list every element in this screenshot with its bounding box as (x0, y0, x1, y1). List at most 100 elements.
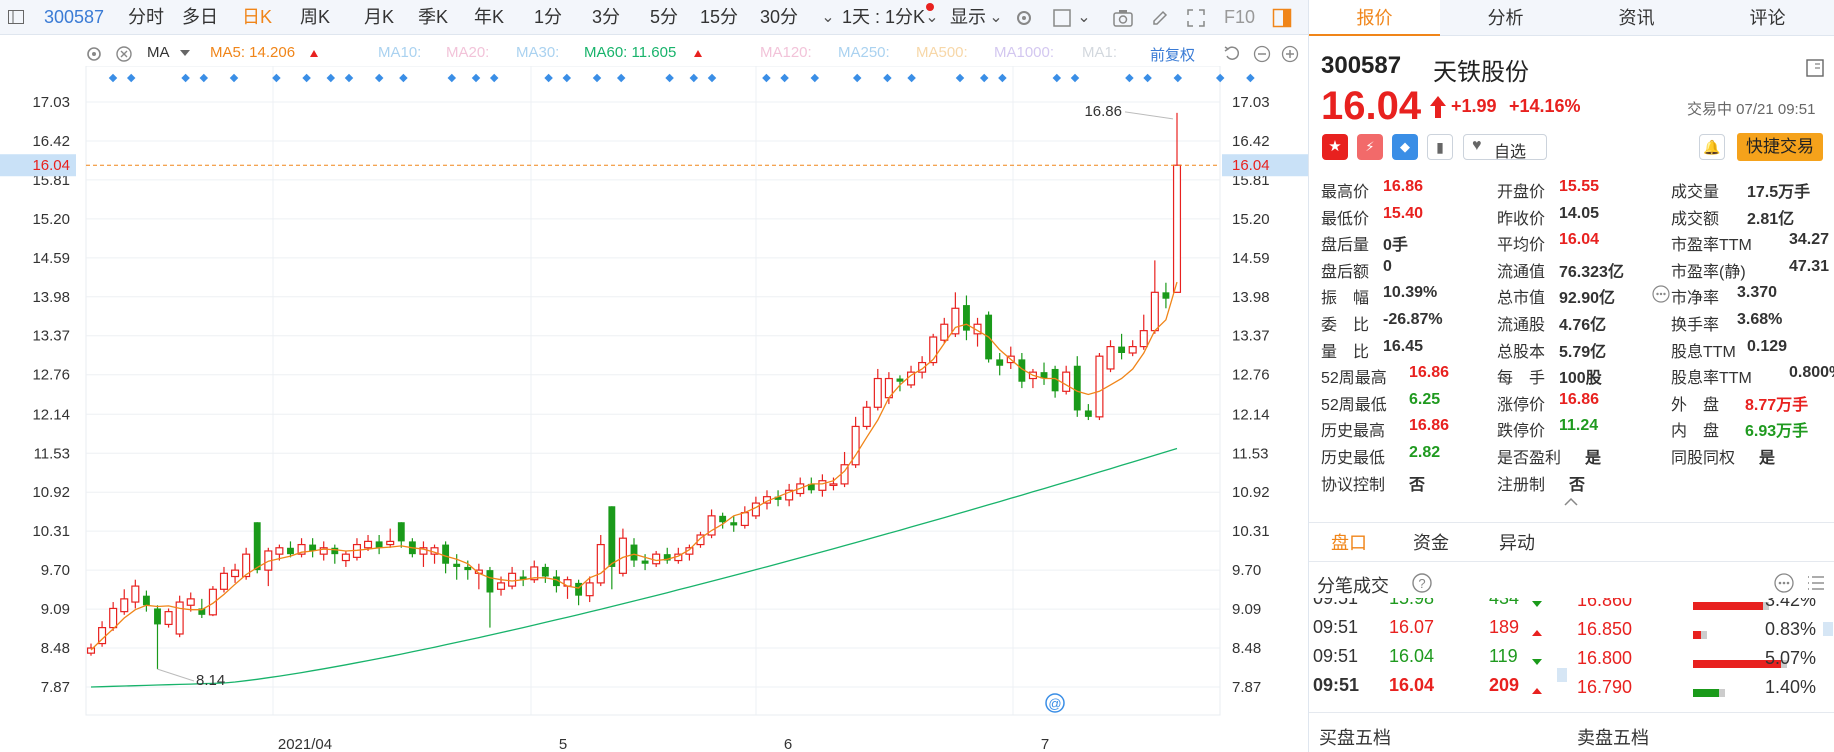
tab-capital[interactable]: 资金 (1413, 523, 1449, 563)
tab-quote[interactable]: 报价 (1309, 0, 1440, 36)
f10-button[interactable]: F10 (1224, 0, 1255, 35)
help-icon[interactable]: ? (1411, 572, 1433, 594)
period-tab-6[interactable]: 年K (474, 0, 504, 35)
layout-icon[interactable] (1805, 58, 1825, 78)
ma30-value: MA30: (516, 44, 560, 61)
level-price: 16.850 (1577, 619, 1633, 639)
chevron-down-icon[interactable] (180, 50, 190, 56)
chevron-down-icon[interactable]: ⌄ (986, 8, 1006, 28)
candle-body (364, 540, 373, 549)
chevron-down-icon[interactable]: ⌄ (818, 8, 838, 28)
at-icon-glyph: @ (1048, 696, 1061, 711)
depth-level-row: 16.860 3.42% (1577, 598, 1834, 618)
scroll-indicator[interactable] (1557, 668, 1567, 682)
watchlist-button[interactable]: ♥ 自选 (1463, 134, 1547, 161)
field-value: 5.79亿 (1559, 343, 1607, 361)
svg-text:?: ? (1418, 576, 1425, 591)
field-value: 是 (1759, 450, 1776, 467)
y-tick-label-left: 15.20 (32, 211, 70, 228)
field-value: 8.77万手 (1745, 396, 1809, 414)
bookmark-icon[interactable]: ▮ (1427, 134, 1453, 160)
display-menu[interactable]: 显示 (950, 0, 986, 35)
gear-icon[interactable] (84, 44, 104, 64)
tab-comments[interactable]: 评论 (1702, 0, 1833, 36)
y-tick-label-left: 12.76 (32, 367, 70, 384)
more-icon[interactable] (1773, 572, 1795, 594)
field-label: 外 盘 (1671, 396, 1720, 414)
field-value: 15.40 (1383, 204, 1424, 222)
tab-news[interactable]: 资讯 (1571, 0, 1702, 36)
tab-order-book[interactable]: 盘口 (1331, 523, 1367, 563)
field-value: 0手 (1383, 237, 1408, 255)
y-tick-label-right: 12.14 (1232, 406, 1270, 423)
period-tab-5[interactable]: 季K (418, 0, 448, 35)
tab-movement[interactable]: 异动 (1499, 523, 1535, 563)
candle-body (1084, 410, 1092, 417)
field-label: 成交额 (1671, 210, 1720, 228)
period-tab-7[interactable]: 1分 (534, 0, 562, 35)
close-icon[interactable] (114, 44, 134, 64)
y-tick-label-right: 10.92 (1232, 484, 1270, 501)
chart-toolbar: 300587 分时 多日 日K 周K 月K 季K 年K 1分 3分 5分 15分 30分 ⌄ 1天 :… (0, 0, 1308, 35)
period-select[interactable]: 1天 : 1分K (842, 0, 925, 35)
sidebar-toggle-icon[interactable] (6, 8, 26, 28)
level-price: 16.860 (1577, 598, 1633, 610)
gear-icon[interactable] (1014, 8, 1034, 28)
bell-icon[interactable]: 🔔 (1699, 134, 1725, 160)
period-tab-9[interactable]: 5分 (650, 0, 678, 35)
y-tick-label-left: 8.48 (41, 640, 70, 657)
list-icon[interactable] (1805, 572, 1827, 594)
field-label: 股息率TTM (1671, 370, 1752, 388)
candle-body (862, 406, 871, 428)
scroll-indicator[interactable] (1823, 622, 1833, 636)
candle-body (1118, 346, 1126, 353)
panel-toggle-icon[interactable] (1272, 8, 1292, 28)
camera-icon[interactable] (1112, 8, 1133, 28)
ma120-value: MA120: (760, 44, 812, 61)
field-label: 52周最高 (1321, 370, 1387, 388)
zoom-out-icon[interactable] (1252, 44, 1272, 64)
adjust-mode-button[interactable]: 前复权 (1150, 44, 1195, 65)
fast-trade-button[interactable]: 快捷交易 (1737, 133, 1823, 161)
field-value: 2.82 (1409, 444, 1441, 461)
period-tab-0[interactable]: 分时 (128, 0, 164, 35)
pencil-icon[interactable] (1150, 8, 1170, 28)
period-tab-1[interactable]: 多日 (182, 0, 218, 35)
zoom-in-icon[interactable] (1280, 44, 1300, 64)
period-tab-11[interactable]: 30分 (760, 0, 798, 35)
tag-icon[interactable]: ⚡ (1357, 134, 1383, 160)
y-tick-label-right: 8.48 (1232, 640, 1261, 657)
period-tab-8[interactable]: 3分 (592, 0, 620, 35)
period-tab-4[interactable]: 月K (364, 0, 394, 35)
trades-list[interactable]: 09:51 15.98 434 09:51 16.07 189 09:51 16.04 119 0… (1309, 598, 1834, 710)
ma-indicator-label[interactable]: MA (147, 44, 170, 61)
chevron-down-icon[interactable]: ⌄ (1074, 8, 1094, 28)
flag-icon[interactable]: ★ (1322, 134, 1348, 160)
candlestick-chart[interactable]: 17.03 17.0316.42 16.4215.81 15.8115.20 15.20… (0, 66, 1308, 752)
high-label: 16.86 (1084, 103, 1122, 120)
candle-body (630, 544, 638, 561)
level-volume-bar (1693, 631, 1701, 639)
more-icon[interactable] (1651, 284, 1671, 304)
label-icon[interactable]: ◆ (1392, 134, 1418, 160)
candle-body (375, 541, 383, 548)
chevron-up-icon[interactable] (1563, 494, 1579, 506)
field-value: 10.39% (1383, 284, 1438, 302)
field-label: 换手率 (1671, 317, 1720, 334)
fullscreen-icon[interactable] (1186, 8, 1206, 28)
x-tick-label: 5 (559, 736, 567, 752)
chevron-down-icon[interactable]: ⌄ (922, 8, 942, 28)
tab-analysis[interactable]: 分析 (1440, 0, 1571, 36)
y-tick-label-left: 9.09 (41, 601, 70, 618)
y-tick-label-right: 13.98 (1232, 289, 1270, 306)
field-value: 16.04 (1559, 231, 1600, 249)
trade-price: 15.98 (1389, 598, 1435, 608)
candle-body (1095, 355, 1104, 418)
period-tab-3[interactable]: 周K (300, 0, 330, 35)
field-label: 开盘价 (1497, 184, 1546, 201)
period-tab-10[interactable]: 15分 (700, 0, 738, 35)
y-tick-label-right: 13.37 (1232, 328, 1270, 345)
period-tab-2[interactable]: 日K (242, 0, 272, 35)
square-icon[interactable] (1052, 8, 1072, 28)
reset-icon[interactable] (1222, 44, 1242, 64)
